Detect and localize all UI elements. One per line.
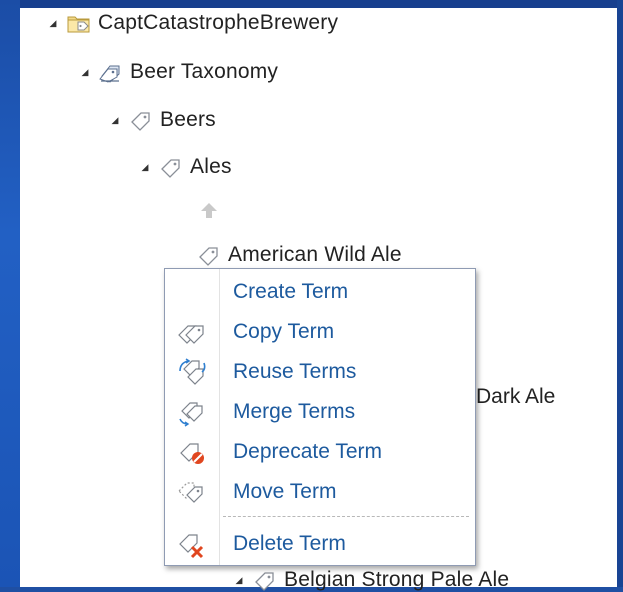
collapse-arrow-icon[interactable]: ◢ (46, 16, 60, 30)
tag-icon (161, 159, 180, 178)
menu-item-create-term[interactable]: Create Term (165, 273, 475, 311)
menu-item-label: Copy Term (233, 320, 335, 343)
menu-item-label: Deprecate Term (233, 440, 383, 463)
menu-item-deprecate-term[interactable]: Deprecate Term (165, 433, 475, 471)
collapse-arrow-icon[interactable]: ◢ (78, 65, 92, 79)
tag-icon (131, 112, 150, 131)
menu-item-label: Delete Term (233, 532, 346, 555)
left-desktop-edge (0, 0, 20, 587)
menu-item-icon-slot (165, 525, 219, 563)
menu-item-label: Create Term (233, 280, 349, 303)
delete-tag-icon (179, 534, 204, 559)
context-menu: Create Term Copy Term Reuse Terms Merge … (164, 268, 476, 566)
tree-node-label-partial[interactable]: Dark Ale (476, 385, 555, 409)
tree-node-cut-off[interactable]: ◢ Belgian Strong Pale Ale (232, 568, 510, 592)
tree-node-term-group[interactable]: ◢ CaptCatastropheBrewery (46, 9, 338, 37)
menu-item-icon-slot (165, 393, 219, 431)
tag-icon (199, 247, 218, 266)
tree-node-label: CaptCatastropheBrewery (98, 11, 339, 34)
term-set-icon (99, 65, 120, 83)
tree-node-label: American Wild Ale (228, 243, 402, 266)
menu-item-delete-term[interactable]: Delete Term (165, 525, 475, 563)
reuse-tags-icon (179, 358, 206, 385)
menu-item-icon-slot (165, 433, 219, 471)
menu-item-label: Merge Terms (233, 400, 356, 423)
tree-node-term-set-group[interactable]: ◢ Beer Taxonomy (78, 58, 278, 86)
menu-item-icon-slot (165, 353, 219, 391)
menu-item-label: Move Term (233, 480, 337, 503)
tree-node-label: Beers (160, 108, 216, 131)
tree-node-label: Ales (190, 155, 232, 178)
menu-item-label: Reuse Terms (233, 360, 357, 383)
deprecate-tag-icon (180, 443, 204, 464)
copy-tags-icon (178, 325, 204, 344)
tag-icon (255, 572, 274, 591)
menu-item-reuse-terms[interactable]: Reuse Terms (165, 353, 475, 391)
move-tag-icon (178, 482, 203, 503)
menu-separator (223, 516, 469, 517)
collapse-arrow-icon[interactable]: ◢ (138, 160, 152, 174)
tree-node-label: Beer Taxonomy (130, 60, 279, 83)
merge-tags-icon (179, 402, 203, 427)
menu-item-icon-slot (165, 473, 219, 511)
tree-node-american-wild-ale[interactable]: American Wild Ale (196, 241, 402, 269)
menu-item-merge-terms[interactable]: Merge Terms (165, 393, 475, 431)
menu-item-copy-term[interactable]: Copy Term (165, 313, 475, 351)
collapse-arrow-icon[interactable]: ◢ (108, 113, 122, 127)
menu-item-icon-slot (165, 273, 219, 311)
right-desktop-edge (617, 0, 623, 587)
tree-node-beers[interactable]: ◢ Beers (108, 106, 216, 134)
top-edge (0, 0, 623, 8)
tree-node-label: Belgian Strong Pale Ale (284, 568, 510, 591)
up-arrow-icon (201, 203, 217, 218)
collapse-arrow-icon[interactable]: ◢ (232, 573, 246, 587)
folder-tag-icon (67, 16, 90, 33)
menu-item-icon-slot (165, 313, 219, 351)
menu-item-move-term[interactable]: Move Term (165, 473, 475, 511)
tree-node-ales[interactable]: ◢ Ales (138, 153, 232, 181)
